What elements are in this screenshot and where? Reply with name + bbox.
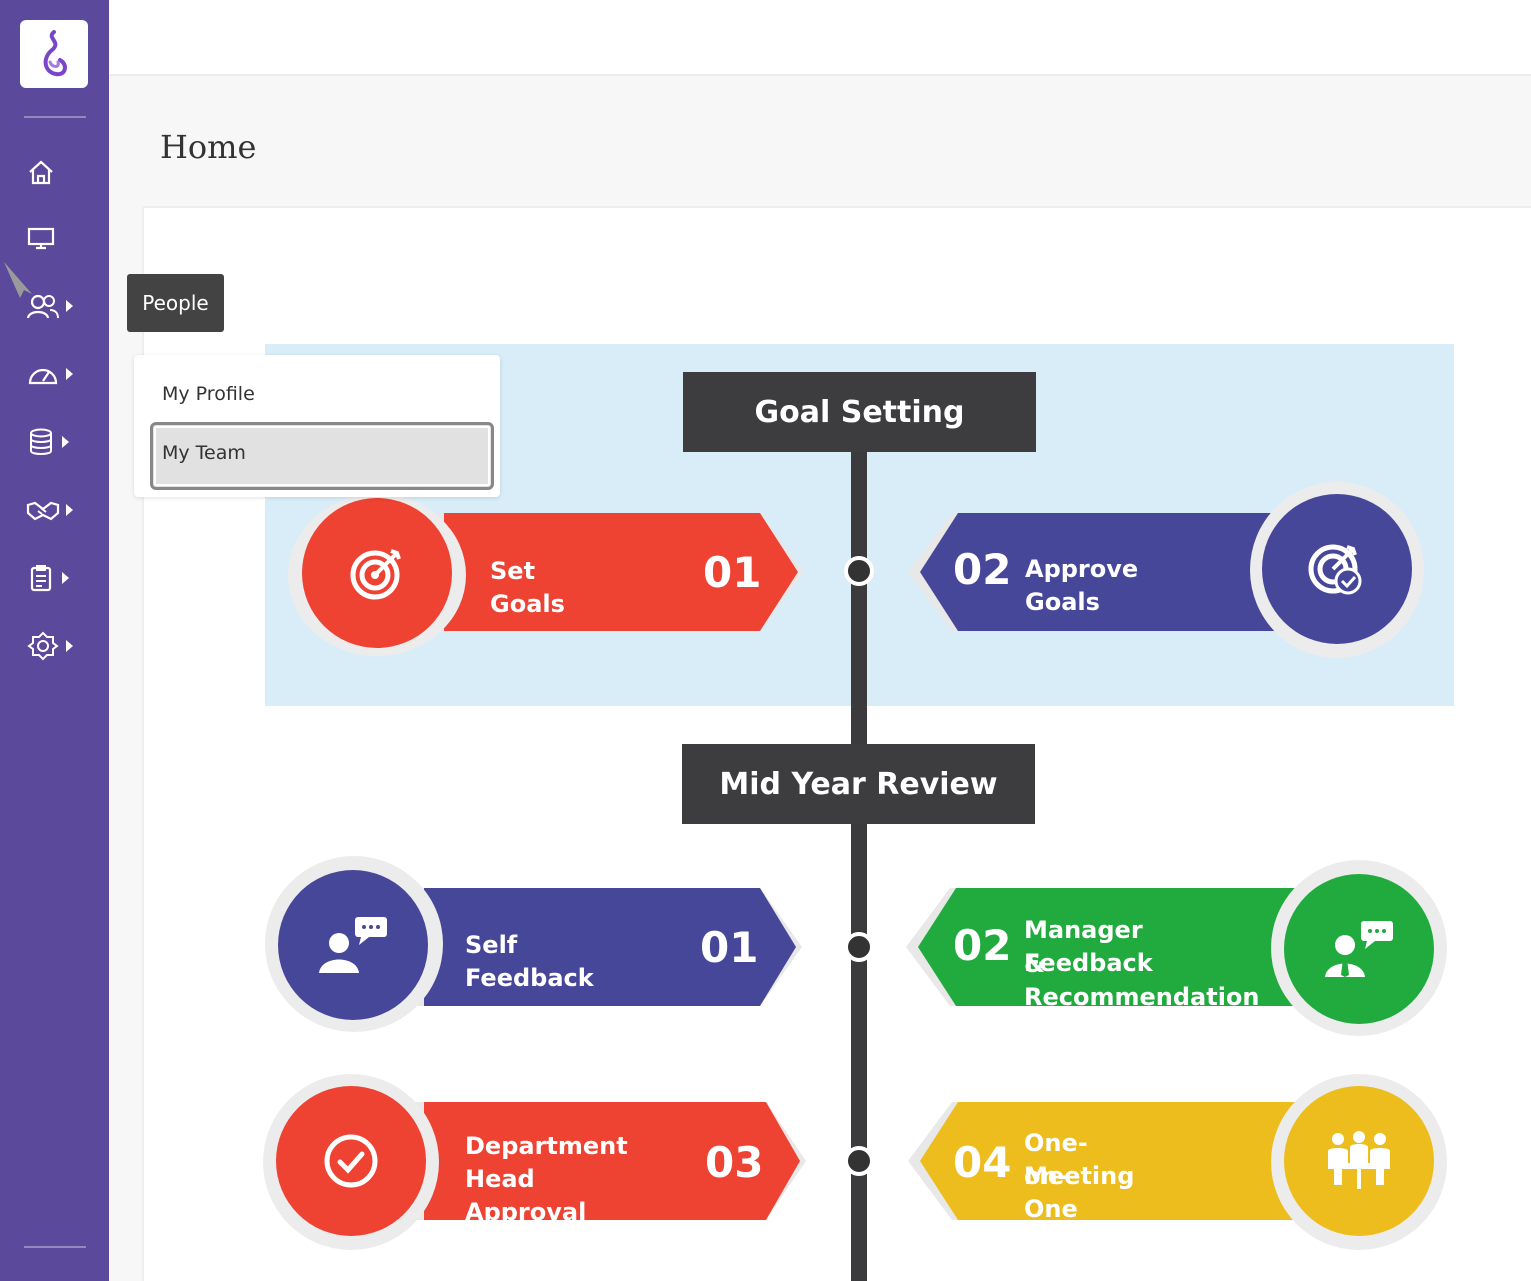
chevron-right-icon	[66, 504, 73, 516]
manager-chat-icon	[1325, 921, 1393, 977]
chevron-right-icon	[66, 300, 73, 312]
step-label-line2: Head Approval	[465, 1165, 587, 1226]
submenu-item-my-team[interactable]: My Team	[150, 422, 494, 490]
page-title: Home	[160, 128, 257, 166]
nav-home[interactable]	[26, 150, 96, 194]
step-label-line2: & Recommendation	[1024, 950, 1260, 1011]
people-tooltip: People	[127, 274, 224, 332]
step-icon-circle	[1262, 494, 1412, 644]
sidebar-divider	[24, 1246, 86, 1248]
step-icon-circle	[302, 498, 452, 648]
chevron-right-icon	[66, 640, 73, 652]
timeline-spine	[851, 822, 867, 1281]
home-icon	[29, 160, 53, 185]
section-heading: Goal Setting	[683, 372, 1036, 452]
step-number: 02	[953, 921, 1012, 970]
settings-icon	[27, 631, 59, 661]
step-icon-circle	[278, 870, 428, 1020]
step-number: 04	[953, 1138, 1012, 1187]
chevron-right-icon	[66, 368, 73, 380]
submenu-item-label: My Team	[162, 442, 246, 464]
step-number: 01	[703, 548, 762, 597]
step-number: 01	[700, 923, 759, 972]
nav-database[interactable]	[26, 420, 96, 464]
check-circle-icon	[324, 1134, 378, 1188]
speedometer-icon	[28, 368, 58, 385]
step-number: 03	[705, 1138, 764, 1187]
monitor-icon	[27, 227, 55, 250]
step-label: Set Goals	[490, 557, 565, 618]
step-label: Approve Goals	[1025, 555, 1139, 616]
step-icon-circle	[1284, 1086, 1434, 1236]
nav-dashboard[interactable]	[26, 352, 96, 396]
timeline-dot	[844, 556, 874, 586]
handshake-icon	[26, 501, 60, 521]
app-logo[interactable]	[20, 20, 88, 88]
target-check-icon	[1308, 544, 1362, 595]
timeline-dot	[844, 932, 874, 962]
step-icon-circle	[1284, 874, 1434, 1024]
nav-monitor[interactable]	[26, 216, 96, 260]
sidebar	[0, 0, 109, 1281]
nav-settings[interactable]	[26, 624, 96, 668]
meeting-icon	[1328, 1131, 1390, 1189]
step-label-line1: Department	[465, 1132, 628, 1160]
people-submenu: My Profile My Team	[134, 355, 500, 497]
nav-reports[interactable]	[26, 556, 96, 600]
nav-partners[interactable]	[26, 488, 96, 532]
nav-people[interactable]	[26, 284, 96, 328]
timeline-dot	[844, 1146, 874, 1176]
top-bar	[109, 0, 1531, 76]
chevron-right-icon	[62, 436, 69, 448]
clipboard-icon	[30, 565, 52, 592]
user-chat-icon	[319, 917, 387, 973]
step-label: Self Feedback	[465, 931, 594, 992]
step-label-line2: Meeting	[1024, 1162, 1135, 1190]
section-heading: Mid Year Review	[682, 744, 1035, 824]
step-number: 02	[953, 545, 1012, 594]
submenu-item-my-profile[interactable]: My Profile	[162, 383, 255, 405]
timeline-spine	[851, 450, 867, 745]
chevron-right-icon	[62, 572, 69, 584]
sidebar-divider	[24, 116, 86, 118]
database-icon	[30, 428, 52, 455]
target-icon	[350, 549, 401, 600]
people-icon	[26, 294, 59, 319]
step-icon-circle	[276, 1086, 426, 1236]
